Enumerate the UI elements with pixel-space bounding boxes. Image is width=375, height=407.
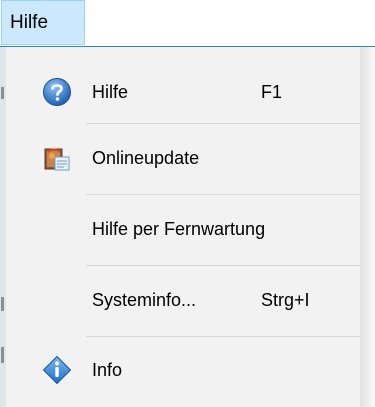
info-icon: [42, 355, 72, 385]
online-update-icon: [44, 148, 70, 171]
menu-shadow: [360, 47, 375, 407]
menu-separator: [86, 194, 360, 195]
edge-mark: [1, 347, 4, 363]
edge-mark: [1, 297, 4, 311]
menu-item-systeminfo[interactable]: Systeminfo... Strg+I: [6, 270, 360, 330]
menu-item-label: Info: [92, 360, 123, 380]
edge-mark: [1, 87, 4, 99]
menu-item-label: Onlineupdate: [92, 148, 200, 168]
help-dropdown-menu: Hilfe F1 Onlineupdate Hilfe per Fernwart…: [6, 47, 361, 407]
menu-item-shortcut: F1: [261, 82, 283, 102]
menu-item-onlineupdate[interactable]: Onlineupdate: [6, 128, 360, 188]
menu-item-label: Systeminfo...: [92, 290, 197, 310]
menu-separator: [86, 265, 360, 266]
menu-item-hilfe[interactable]: Hilfe F1: [6, 62, 360, 122]
menu-item-label: Hilfe per Fernwartung: [92, 219, 266, 239]
menu-item-shortcut: Strg+I: [261, 290, 310, 310]
menu-separator: [86, 123, 360, 124]
help-icon: [43, 78, 71, 106]
menu-separator: [86, 336, 360, 337]
menu-item-label: Hilfe: [92, 82, 129, 102]
menu-hilfe[interactable]: Hilfe: [1, 0, 85, 45]
menu-item-fernwartung[interactable]: Hilfe per Fernwartung: [6, 199, 360, 259]
menu-bar: Hilfe: [0, 0, 375, 47]
menu-item-info[interactable]: Info: [6, 340, 360, 400]
